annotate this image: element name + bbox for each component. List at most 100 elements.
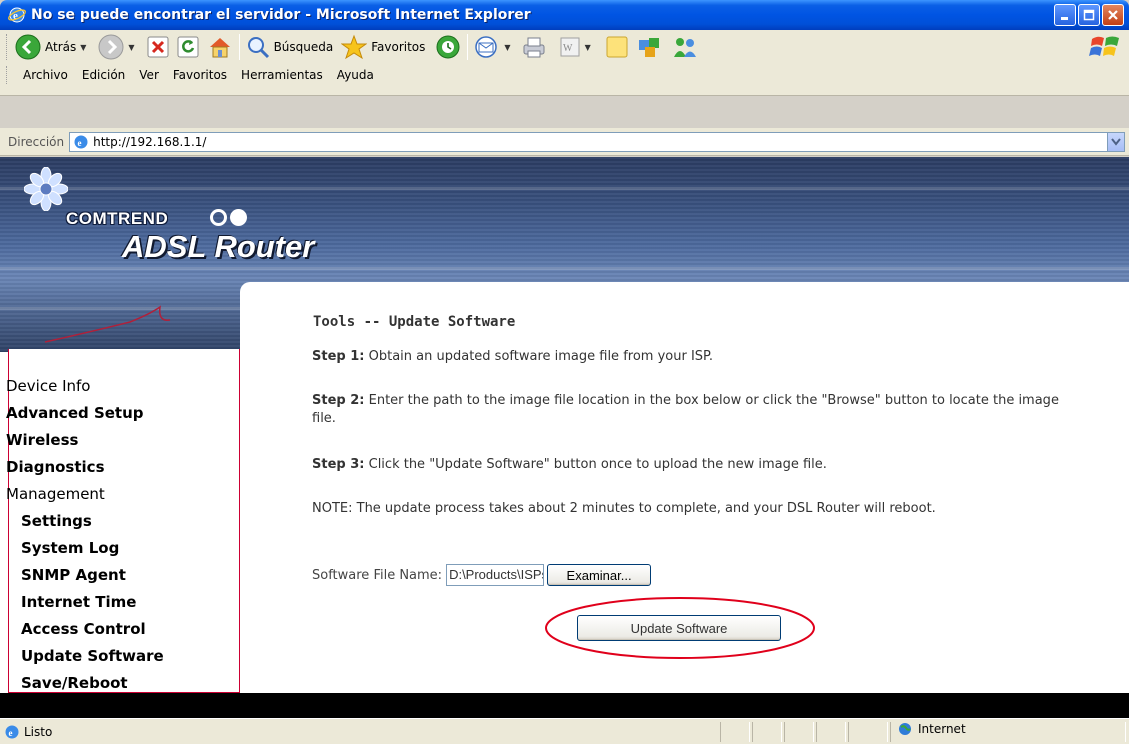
people-icon: [673, 38, 696, 57]
back-arrow-icon: [15, 34, 41, 60]
edit-dropdown-icon[interactable]: ▼: [585, 43, 591, 52]
comtrend-flower-logo-icon: [24, 167, 68, 211]
sidebar-item-settings[interactable]: Settings: [21, 512, 92, 530]
step-1-label: Step 1:: [312, 349, 365, 364]
search-label: Búsqueda: [273, 40, 334, 54]
home-button[interactable]: [207, 35, 233, 59]
globe-icon: [899, 723, 911, 735]
menu-archivo[interactable]: Archivo: [23, 68, 68, 82]
brand-dots: [210, 209, 247, 226]
close-icon: [1108, 10, 1118, 20]
windows-logo-icon: [1089, 36, 1119, 56]
discuss-button[interactable]: [605, 35, 629, 59]
sidebar-item-save-reboot[interactable]: Save/Reboot: [21, 674, 128, 692]
history-button[interactable]: [435, 34, 461, 60]
main-panel: Tools -- Update Software Step 1: Obtain …: [240, 282, 1129, 693]
note-icon: [606, 36, 628, 58]
title-bar[interactable]: e No se puede encontrar el servidor - Mi…: [0, 0, 1129, 30]
address-bar: Dirección e http://192.168.1.1/: [0, 128, 1129, 156]
contacts-button[interactable]: [671, 35, 699, 59]
address-dropdown-button[interactable]: [1107, 132, 1124, 151]
step-2-text: Enter the path to the image file locatio…: [312, 393, 1059, 426]
sidebar-item-wireless[interactable]: Wireless: [6, 431, 78, 449]
forward-dropdown-icon[interactable]: ▼: [128, 43, 134, 52]
page-footer-bar: [0, 693, 1129, 718]
step-3-text: Click the "Update Software" button once …: [364, 457, 827, 472]
printer-icon: [523, 37, 545, 58]
product-name: ADSL Router: [122, 229, 315, 264]
address-url: http://192.168.1.1/: [93, 134, 207, 149]
word-icon: W: [560, 37, 580, 57]
minimize-button[interactable]: [1054, 4, 1076, 26]
forward-button[interactable]: ▼: [98, 34, 135, 60]
step-2-label: Step 2:: [312, 393, 365, 408]
address-label: Dirección: [8, 134, 65, 149]
puzzle-icon: [638, 38, 659, 57]
sidebar-item-diagnostics[interactable]: Diagnostics: [6, 458, 105, 476]
signature-swoosh: [44, 305, 171, 343]
menu-ayuda[interactable]: Ayuda: [337, 68, 374, 82]
menu-grip[interactable]: [6, 66, 9, 84]
sidebar-item-system-log[interactable]: System Log: [21, 539, 119, 557]
step-3-label: Step 3:: [312, 457, 365, 472]
menu-edicion[interactable]: Edición: [82, 68, 125, 82]
menu-herramientas[interactable]: Herramientas: [241, 68, 323, 82]
favorites-button[interactable]: Favoritos: [341, 34, 425, 60]
file-row: Software File Name: D:\Products\ISPs\Ja …: [312, 564, 652, 586]
toolbar-grip[interactable]: [6, 34, 9, 60]
sidebar-item-internet-time[interactable]: Internet Time: [21, 593, 136, 611]
step-2: Step 2: Enter the path to the image file…: [312, 392, 1072, 428]
forward-arrow-icon: [98, 34, 124, 60]
sidebar-item-snmp-agent[interactable]: SNMP Agent: [21, 566, 126, 584]
update-note: NOTE: The update process takes about 2 m…: [312, 501, 936, 516]
page-icon: e: [74, 135, 88, 148]
browse-button[interactable]: Examinar...: [547, 564, 652, 586]
edit-button[interactable]: W ▼: [559, 36, 591, 58]
print-button[interactable]: [521, 35, 547, 59]
standard-buttons-row: Atrás ▼ ▼ Búsqueda Favoritos ▼ W ▼: [0, 30, 1129, 64]
back-button[interactable]: Atrás ▼: [15, 34, 86, 60]
mail-button[interactable]: ▼: [474, 35, 511, 59]
menu-favoritos[interactable]: Favoritos: [173, 68, 227, 82]
update-software-button[interactable]: Update Software: [577, 615, 781, 641]
chevron-down-icon: [1111, 137, 1121, 146]
stop-icon: [147, 36, 169, 58]
refresh-button[interactable]: [177, 36, 199, 58]
file-path-input[interactable]: D:\Products\ISPs\Ja: [446, 564, 545, 586]
step-1-text: Obtain an updated software image file fr…: [364, 349, 713, 364]
history-icon: [436, 35, 460, 59]
sidebar-item-device-info[interactable]: Device Info: [6, 377, 90, 395]
svg-text:e: e: [9, 728, 13, 738]
window-title: No se puede encontrar el servidor - Micr…: [31, 7, 531, 23]
star-icon: [341, 34, 368, 60]
back-dropdown-icon[interactable]: ▼: [80, 43, 86, 52]
mail-dropdown-icon[interactable]: ▼: [504, 43, 510, 52]
sidebar-item-management[interactable]: Management: [6, 485, 105, 503]
sidebar-nav: Device Info Advanced Setup Wireless Diag…: [6, 349, 240, 693]
sidebar-item-update-software[interactable]: Update Software: [21, 647, 164, 665]
home-icon: [209, 38, 230, 58]
menu-ver[interactable]: Ver: [139, 68, 159, 82]
messenger-button[interactable]: [637, 35, 663, 59]
step-1: Step 1: Obtain an updated software image…: [312, 348, 1072, 366]
step-3: Step 3: Click the "Update Software" butt…: [312, 456, 1072, 474]
security-zone: Internet: [898, 722, 966, 736]
page-content: COMTREND ADSL Router Device Info Advance…: [0, 157, 1129, 718]
address-input[interactable]: e http://192.168.1.1/: [69, 131, 1125, 152]
maximize-button[interactable]: [1078, 4, 1100, 26]
sidebar-item-advanced-setup[interactable]: Advanced Setup: [6, 404, 144, 422]
svg-text:W: W: [563, 43, 573, 54]
search-button[interactable]: Búsqueda: [246, 35, 334, 59]
refresh-icon: [177, 36, 199, 58]
close-button[interactable]: [1102, 4, 1124, 26]
brand-name: COMTREND: [66, 209, 169, 228]
back-label: Atrás: [45, 40, 77, 54]
sidebar-item-access-control[interactable]: Access Control: [21, 620, 146, 638]
page-title: Tools -- Update Software: [313, 314, 516, 330]
menu-bar: Archivo Edición Ver Favoritos Herramient…: [0, 64, 1129, 86]
svg-text:e: e: [78, 138, 82, 148]
stop-button[interactable]: [147, 36, 169, 58]
status-bar: e Listo Internet: [0, 718, 1129, 744]
file-name-label: Software File Name:: [312, 567, 443, 583]
minimize-icon: [1061, 17, 1068, 20]
